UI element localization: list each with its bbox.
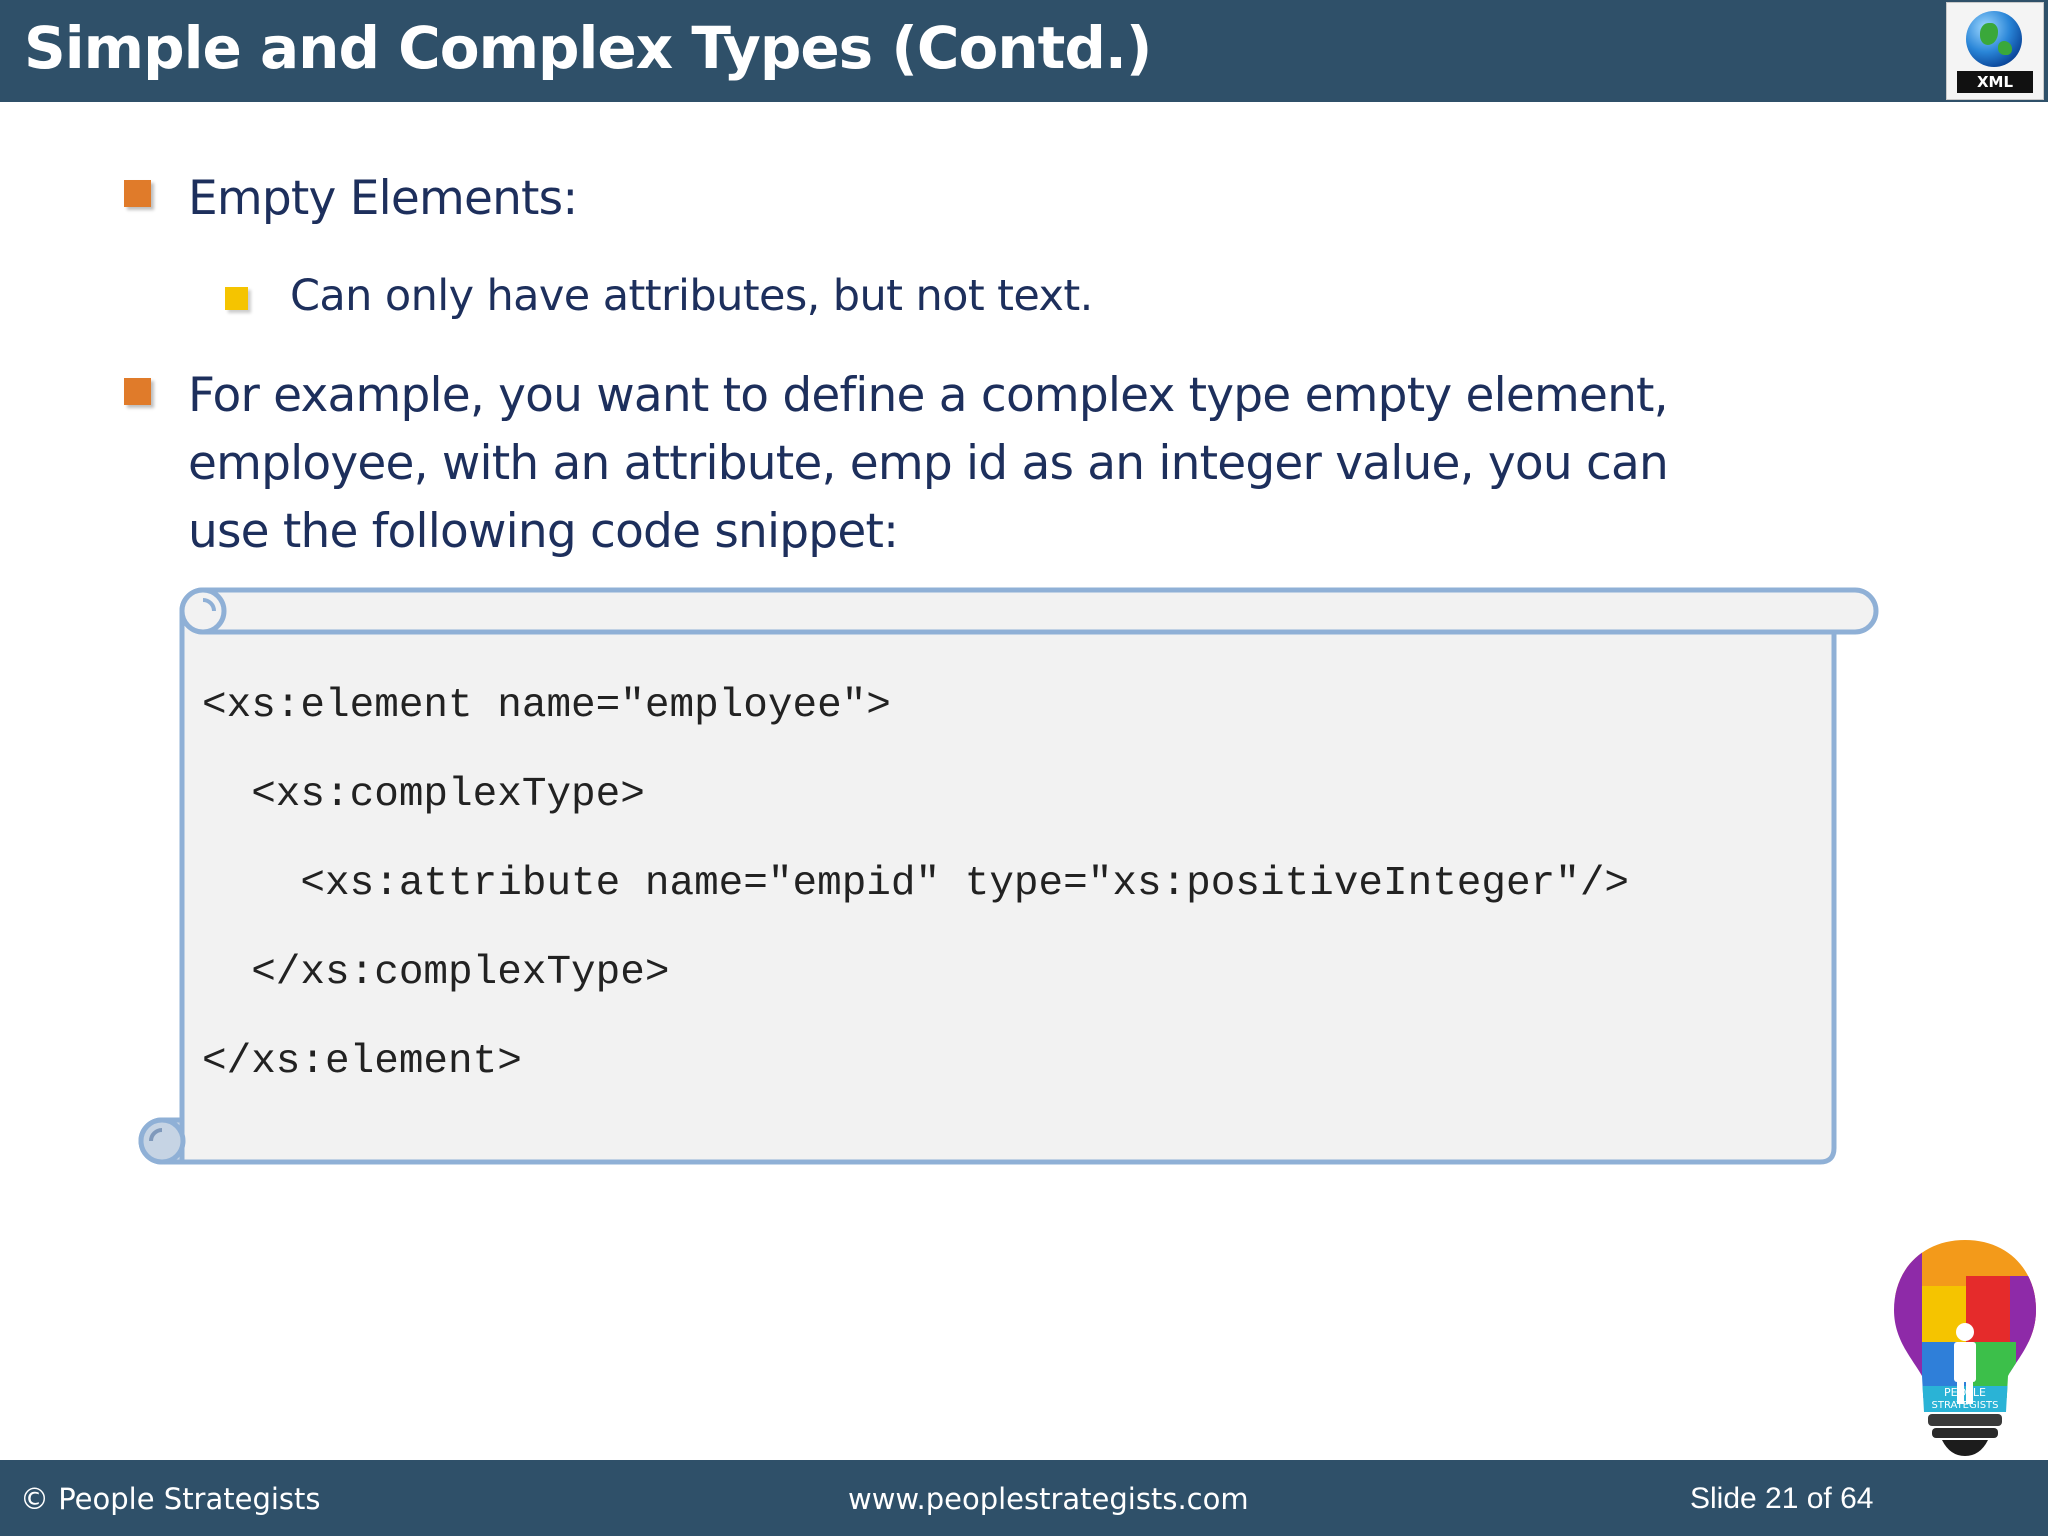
code-line-1: <xs:element name="employee"> — [202, 683, 891, 729]
code-line-5: </xs:element> — [202, 1039, 522, 1085]
footer-website: www.peoplestrategists.com — [848, 1482, 1249, 1516]
slide-number: Slide 21 of 64 — [1690, 1482, 1874, 1515]
code-line-2: <xs:complexType> — [202, 772, 645, 818]
footer-copyright: © People Strategists — [20, 1482, 321, 1516]
code-line-4: </xs:complexType> — [202, 950, 670, 996]
code-line-3: <xs:attribute name="empid" type="xs:posi… — [202, 861, 1630, 907]
svg-text:PEOPLE: PEOPLE — [1944, 1386, 1986, 1399]
code-scroll-shape — [138, 587, 1879, 1165]
lightbulb-puzzle-logo: PEOPLE STRATEGISTS — [1894, 1240, 2036, 1456]
footer-bar: © People Strategists www.peoplestrategis… — [0, 1460, 2048, 1536]
svg-text:STRATEGISTS: STRATEGISTS — [1932, 1400, 1999, 1411]
